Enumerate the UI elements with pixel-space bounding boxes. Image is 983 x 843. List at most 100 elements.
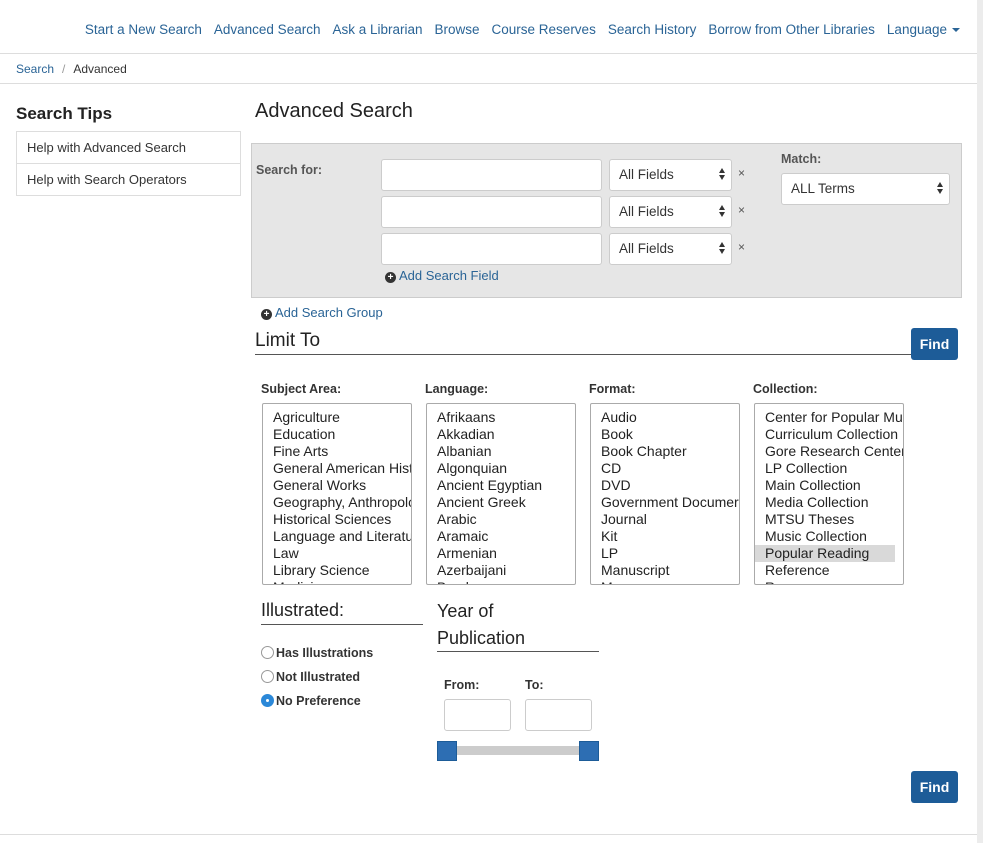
listbox-option[interactable]: Law bbox=[263, 545, 411, 562]
listbox-option[interactable]: Geography, Anthropolo bbox=[263, 494, 411, 511]
nav-course-reserves[interactable]: Course Reserves bbox=[492, 22, 596, 37]
listbox-option[interactable]: Reserve bbox=[755, 579, 903, 584]
listbox-option[interactable]: Azerbaijani bbox=[427, 562, 575, 579]
year-slider-min-handle[interactable] bbox=[437, 741, 457, 761]
radio-label: No Preference bbox=[276, 694, 361, 708]
listbox-option[interactable]: Book bbox=[591, 426, 739, 443]
limit-to-heading: Limit To bbox=[255, 330, 321, 351]
listbox-option[interactable]: Curriculum Collection bbox=[755, 426, 903, 443]
radio-has-illustrations[interactable]: Has Illustrations bbox=[261, 646, 373, 660]
listbox-option[interactable]: Albanian bbox=[427, 443, 575, 460]
field-select-3-value: All Fields bbox=[619, 241, 674, 256]
caret-down-icon bbox=[952, 28, 960, 33]
search-for-label: Search for: bbox=[256, 163, 322, 177]
nav-borrow-other-libraries[interactable]: Borrow from Other Libraries bbox=[708, 22, 875, 37]
listbox-option[interactable]: Akkadian bbox=[427, 426, 575, 443]
add-search-group-link[interactable]: + Add Search Group bbox=[261, 305, 383, 320]
listbox-option[interactable]: LP Collection bbox=[755, 460, 903, 477]
listbox-option[interactable]: Music Collection bbox=[755, 528, 903, 545]
nav-search-history[interactable]: Search History bbox=[608, 22, 697, 37]
listbox-option[interactable]: Book Chapter bbox=[591, 443, 739, 460]
breadcrumb-search-link[interactable]: Search bbox=[16, 62, 54, 76]
listbox-option[interactable]: Journal bbox=[591, 511, 739, 528]
listbox-option[interactable]: Afrikaans bbox=[427, 409, 575, 426]
sidebar-item-help-search-operators[interactable]: Help with Search Operators bbox=[17, 163, 240, 195]
listbox-option[interactable]: Manuscript bbox=[591, 562, 739, 579]
remove-row-2-icon[interactable]: × bbox=[738, 203, 745, 217]
listbox-option[interactable]: MTSU Theses bbox=[755, 511, 903, 528]
listbox-option[interactable]: DVD bbox=[591, 477, 739, 494]
format-listbox[interactable]: Audio Book Book Chapter CD DVD Government Doc… bbox=[590, 403, 740, 585]
search-term-input-3[interactable] bbox=[381, 233, 602, 265]
nav-start-new-search[interactable]: Start a New Search bbox=[85, 22, 202, 37]
remove-row-3-icon[interactable]: × bbox=[738, 240, 745, 254]
nav-ask-librarian[interactable]: Ask a Librarian bbox=[332, 22, 422, 37]
listbox-option[interactable]: Ancient Greek bbox=[427, 494, 575, 511]
year-to-label: To: bbox=[525, 678, 544, 692]
listbox-option[interactable]: Historical Sciences bbox=[263, 511, 411, 528]
add-search-field-link[interactable]: + Add Search Field bbox=[385, 268, 499, 283]
remove-row-1-icon[interactable]: × bbox=[738, 166, 745, 180]
breadcrumb-separator: / bbox=[62, 62, 66, 76]
listbox-option[interactable]: Ancient Egyptian bbox=[427, 477, 575, 494]
match-select[interactable]: ALL Terms bbox=[781, 173, 950, 205]
radio-no-preference[interactable]: No Preference bbox=[261, 694, 361, 708]
search-term-input-1[interactable] bbox=[381, 159, 602, 191]
listbox-option[interactable]: Arabic bbox=[427, 511, 575, 528]
listbox-option[interactable]: Gore Research Center bbox=[755, 443, 903, 460]
listbox-option[interactable]: Medicine bbox=[263, 579, 411, 584]
listbox-option[interactable]: General Works bbox=[263, 477, 411, 494]
listbox-option[interactable]: LP bbox=[591, 545, 739, 562]
sidebar-item-help-advanced-search[interactable]: Help with Advanced Search bbox=[17, 132, 240, 163]
listbox-option[interactable]: Aramaic bbox=[427, 528, 575, 545]
illustrated-divider bbox=[261, 624, 423, 625]
listbox-option[interactable]: Education bbox=[263, 426, 411, 443]
listbox-option[interactable]: Reference bbox=[755, 562, 903, 579]
find-button-top[interactable]: Find bbox=[911, 328, 958, 360]
field-select-1[interactable]: All Fields bbox=[609, 159, 732, 191]
collection-label: Collection: bbox=[753, 382, 818, 396]
collection-listbox[interactable]: Center for Popular Mu Curriculum Collecti… bbox=[754, 403, 904, 585]
listbox-option[interactable]: Armenian bbox=[427, 545, 575, 562]
listbox-option[interactable]: Fine Arts bbox=[263, 443, 411, 460]
radio-button-icon[interactable] bbox=[261, 694, 274, 707]
listbox-option[interactable]: Government Documer bbox=[591, 494, 739, 511]
listbox-option[interactable]: Algonquian bbox=[427, 460, 575, 477]
listbox-option[interactable]: Main Collection bbox=[755, 477, 903, 494]
radio-button-icon[interactable] bbox=[261, 670, 274, 683]
add-search-group-label: Add Search Group bbox=[275, 305, 383, 320]
illustrated-heading: Illustrated: bbox=[261, 600, 345, 620]
search-term-input-2[interactable] bbox=[381, 196, 602, 228]
find-button-bottom[interactable]: Find bbox=[911, 771, 958, 803]
listbox-option[interactable]: Bambara bbox=[427, 579, 575, 584]
listbox-option[interactable]: Library Science bbox=[263, 562, 411, 579]
listbox-option[interactable]: Map bbox=[591, 579, 739, 584]
listbox-option[interactable]: Language and Literatu bbox=[263, 528, 411, 545]
radio-button-icon[interactable] bbox=[261, 646, 274, 659]
year-from-input[interactable] bbox=[444, 699, 511, 731]
breadcrumb: Search / Advanced bbox=[0, 55, 977, 84]
listbox-option[interactable]: CD bbox=[591, 460, 739, 477]
language-listbox[interactable]: Afrikaans Akkadian Albanian Algonquian Ancie… bbox=[426, 403, 576, 585]
listbox-option[interactable]: Popular Reading bbox=[755, 545, 895, 562]
field-select-2[interactable]: All Fields bbox=[609, 196, 732, 228]
subject-area-listbox[interactable]: Agriculture Education Fine Arts General Ame… bbox=[262, 403, 412, 585]
year-range-slider-track[interactable] bbox=[446, 746, 589, 755]
page-scrollbar[interactable] bbox=[977, 0, 983, 843]
field-select-3[interactable]: All Fields bbox=[609, 233, 732, 265]
listbox-option[interactable]: Kit bbox=[591, 528, 739, 545]
nav-browse[interactable]: Browse bbox=[435, 22, 480, 37]
nav-language-dropdown[interactable]: Language bbox=[887, 22, 960, 37]
year-to-input[interactable] bbox=[525, 699, 592, 731]
listbox-option[interactable]: General American Hist bbox=[263, 460, 411, 477]
subject-area-label: Subject Area: bbox=[261, 382, 342, 396]
select-arrows-icon bbox=[719, 242, 727, 254]
listbox-option[interactable]: Media Collection bbox=[755, 494, 903, 511]
year-slider-max-handle[interactable] bbox=[579, 741, 599, 761]
listbox-option[interactable]: Agriculture bbox=[263, 409, 411, 426]
radio-not-illustrated[interactable]: Not Illustrated bbox=[261, 670, 360, 684]
listbox-option[interactable]: Center for Popular Mu bbox=[755, 409, 903, 426]
nav-advanced-search[interactable]: Advanced Search bbox=[214, 22, 321, 37]
listbox-option[interactable]: Audio bbox=[591, 409, 739, 426]
search-group-panel: Search for: All Fields × All Fields × Al… bbox=[251, 143, 962, 298]
